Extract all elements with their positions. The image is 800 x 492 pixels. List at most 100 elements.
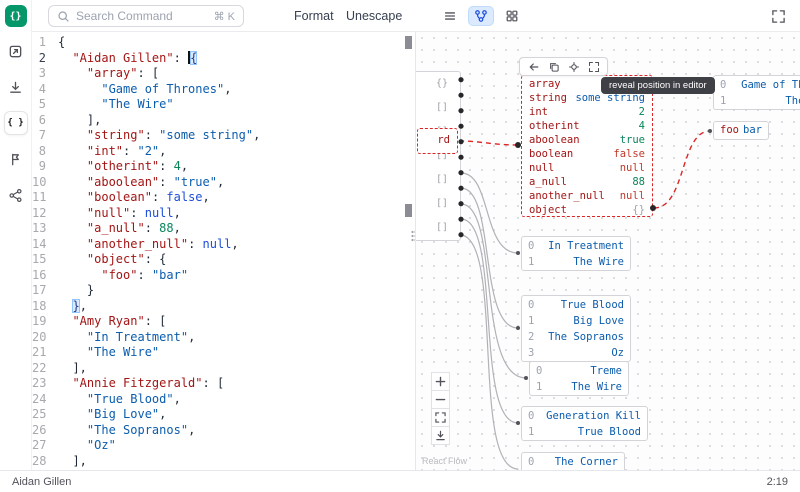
line-number: 24: [32, 392, 58, 406]
download-icon[interactable]: [4, 75, 28, 99]
node-row: foobar: [714, 122, 768, 139]
editor-line[interactable]: 26 "The Sopranos",: [32, 423, 415, 439]
line-number: 7: [32, 128, 58, 142]
copy-icon[interactable]: [547, 60, 560, 73]
rows-view-button[interactable]: [437, 6, 463, 26]
grid-icon: [505, 9, 519, 23]
node-row: 0Generation Kill: [522, 408, 647, 424]
editor-line[interactable]: 19 "Amy Ryan": [: [32, 314, 415, 330]
flag-icon[interactable]: [4, 147, 28, 171]
download-image-button[interactable]: [431, 426, 450, 445]
line-number: 28: [32, 454, 58, 468]
line-number: 16: [32, 268, 58, 282]
editor-line[interactable]: 7 "string": "some string",: [32, 128, 415, 144]
editor-line[interactable]: 27 "Oz": [32, 438, 415, 454]
app-window: {} { } Search Command ⌘ K Format Unescap…: [0, 0, 800, 492]
editor-lines: 1{2 "Aidan Gillen": {3 "array": [4 "Game…: [32, 35, 415, 469]
line-number: 10: [32, 175, 58, 189]
line-number: 27: [32, 438, 58, 452]
editor-line[interactable]: 2 "Aidan Gillen": {: [32, 51, 415, 67]
editor-line[interactable]: 24 "True Blood",: [32, 392, 415, 408]
react-flow-attribution: React Flow: [422, 456, 467, 466]
node-row: another_nullnull: [522, 189, 652, 203]
clipped-key-text: rd: [418, 129, 457, 152]
selected-object-node[interactable]: arraystringsome stringint2otherint4abool…: [521, 75, 653, 217]
fullscreen-button[interactable]: [768, 7, 788, 25]
search-input[interactable]: Search Command ⌘ K: [48, 5, 244, 27]
line-number: 1: [32, 35, 58, 49]
node-row: a_null88: [522, 175, 652, 189]
graph-view-button[interactable]: [468, 6, 494, 26]
editor-line[interactable]: 16 "foo": "bar": [32, 268, 415, 284]
editor-line[interactable]: 6 ],: [32, 113, 415, 129]
editor-line[interactable]: 28 ],: [32, 454, 415, 470]
editor-line[interactable]: 3 "array": [: [32, 66, 415, 82]
node-row: []: [415, 168, 460, 192]
array-node-in-treatment[interactable]: 0In Treatment1The Wire: [521, 236, 631, 271]
node-row: 1The Wire: [522, 254, 630, 270]
line-number: 12: [32, 206, 58, 220]
node-row: 2The Sopranos: [522, 329, 630, 345]
fit-view-button[interactable]: [431, 408, 450, 427]
node-row: object{}: [522, 203, 652, 217]
editor-line[interactable]: 25 "Big Love",: [32, 407, 415, 423]
editor-line[interactable]: 8 "int": "2",: [32, 144, 415, 160]
node-toolbar: [519, 57, 608, 76]
export-icon[interactable]: [4, 39, 28, 63]
array-node-true-blood[interactable]: 0True Blood1Big Love2The Sopranos3Oz: [521, 295, 631, 362]
app-logo[interactable]: {}: [5, 5, 27, 27]
back-icon[interactable]: [527, 60, 540, 73]
format-button[interactable]: Format: [294, 0, 334, 32]
root-node[interactable]: {}[][][][][][]: [415, 71, 461, 241]
node-row: 0In Treatment: [522, 238, 630, 254]
editor-line[interactable]: 5 "The Wire": [32, 97, 415, 113]
nodes-icon[interactable]: [4, 183, 28, 207]
editor-line[interactable]: 18 },: [32, 299, 415, 315]
editor-line[interactable]: 21 "The Wire": [32, 345, 415, 361]
clipped-key-node[interactable]: rd: [417, 128, 458, 154]
grid-view-button[interactable]: [499, 6, 525, 26]
line-number: 23: [32, 376, 58, 390]
pane-resize-handle[interactable]: [409, 228, 415, 244]
node-row: []: [415, 192, 460, 216]
array-node-treme[interactable]: 0Treme1The Wire: [529, 361, 629, 396]
node-row: otherint4: [522, 119, 652, 133]
selected-path: Aidan Gillen: [12, 476, 71, 488]
line-number: 6: [32, 113, 58, 127]
graph-icon: [474, 9, 488, 23]
node-row: []: [415, 216, 460, 240]
editor-line[interactable]: 11 "boolean": false,: [32, 190, 415, 206]
zoom-in-button[interactable]: [431, 372, 450, 391]
line-number: 26: [32, 423, 58, 437]
array-node-the-corner[interactable]: 0The Corner: [521, 452, 625, 470]
editor-line[interactable]: 9 "otherint": 4,: [32, 159, 415, 175]
editor-line[interactable]: 10 "aboolean": "true",: [32, 175, 415, 191]
braces-icon[interactable]: { }: [4, 111, 28, 135]
line-number: 21: [32, 345, 58, 359]
reveal-icon[interactable]: [567, 60, 580, 73]
line-number: 19: [32, 314, 58, 328]
editor-line[interactable]: 13 "a_null": 88,: [32, 221, 415, 237]
editor-line[interactable]: 4 "Game of Thrones",: [32, 82, 415, 98]
editor-line[interactable]: 22 ],: [32, 361, 415, 377]
overview-ruler-mark: [405, 204, 412, 217]
editor-line[interactable]: 14 "another_null": null,: [32, 237, 415, 253]
editor-line[interactable]: 17 }: [32, 283, 415, 299]
editor-line[interactable]: 23 "Annie Fitzgerald": [: [32, 376, 415, 392]
object-node-foo[interactable]: foobar: [713, 121, 769, 140]
array-node-generation-kill[interactable]: 0Generation Kill1True Blood: [521, 406, 648, 441]
zoom-out-button[interactable]: [431, 390, 450, 409]
json-editor[interactable]: 1{2 "Aidan Gillen": {3 "array": [4 "Game…: [32, 32, 415, 470]
graph-canvas[interactable]: {}[][][][][][] rd reveal position in edi…: [415, 32, 800, 470]
editor-line[interactable]: 15 "object": {: [32, 252, 415, 268]
tooltip: reveal position in editor: [601, 77, 715, 94]
line-number: 13: [32, 221, 58, 235]
unescape-button[interactable]: Unescape: [346, 0, 402, 32]
editor-line[interactable]: 12 "null": null,: [32, 206, 415, 222]
editor-line[interactable]: 1{: [32, 35, 415, 51]
search-icon: [57, 10, 70, 23]
expand-icon[interactable]: [587, 60, 600, 73]
node-row: 0The Corner: [522, 454, 624, 470]
editor-line[interactable]: 20 "In Treatment",: [32, 330, 415, 346]
array-node-game-of-thrones[interactable]: 0Game of Thrones1The Wire: [713, 75, 800, 110]
